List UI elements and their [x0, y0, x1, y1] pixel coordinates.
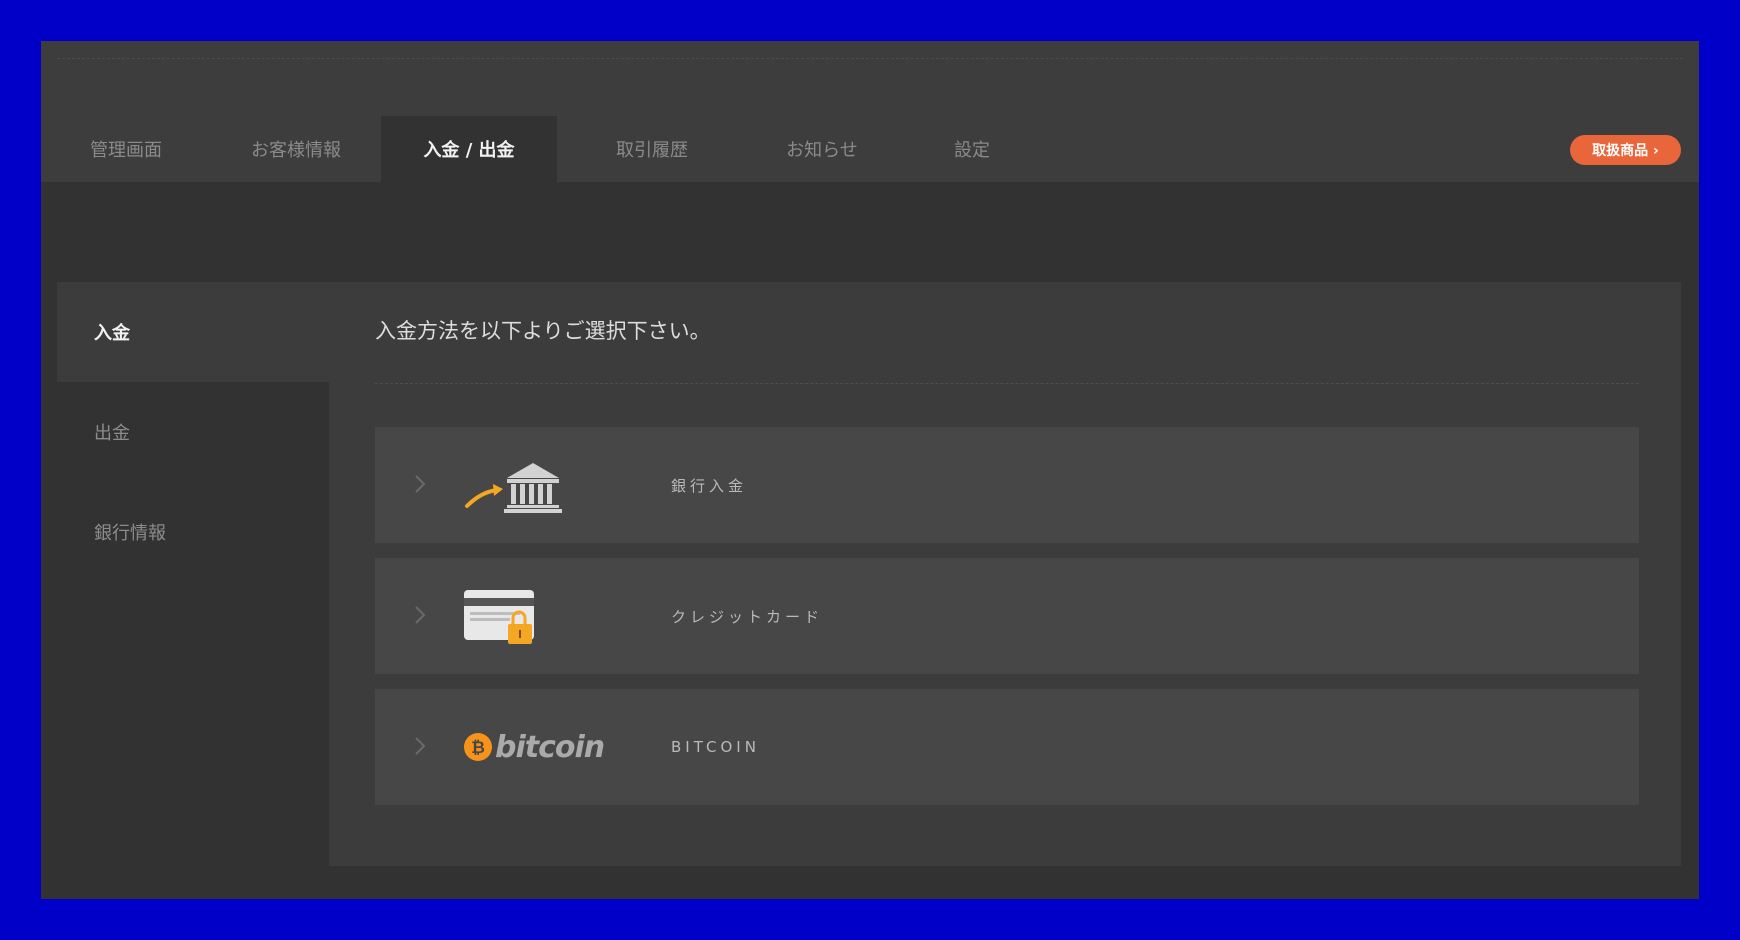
instruction-text: 入金方法を以下よりご選択下さい。: [375, 319, 711, 343]
sidebar-item-bank-info[interactable]: 銀行情報: [57, 482, 329, 582]
tab-notices[interactable]: お知らせ: [747, 116, 897, 182]
top-navigation-bar: 管理画面 お客様情報 入金 / 出金 取引履歴 お知らせ 設定 取扱商品 ›: [41, 41, 1699, 182]
app-window: 管理画面 お客様情報 入金 / 出金 取引履歴 お知らせ 設定 取扱商品 › 入…: [41, 41, 1699, 899]
tab-settings[interactable]: 設定: [897, 116, 1047, 182]
bitcoin-logo: ₿ bitcoin: [463, 729, 605, 765]
method-credit-card-label: クレジットカード: [671, 607, 824, 626]
products-button[interactable]: 取扱商品 ›: [1570, 135, 1681, 165]
content-divider: [375, 383, 1639, 384]
method-bitcoin-label: BITCOIN: [671, 738, 760, 756]
main-tabs: 管理画面 お客様情報 入金 / 出金 取引履歴 お知らせ 設定: [41, 116, 1047, 182]
tab-dashboard[interactable]: 管理画面: [41, 116, 211, 182]
tab-deposit-withdraw[interactable]: 入金 / 出金: [381, 116, 557, 182]
chevron-right-icon: [415, 606, 426, 624]
method-bitcoin[interactable]: ₿ bitcoin BITCOIN: [375, 689, 1639, 805]
credit-card-lock-icon: [464, 590, 534, 644]
bitcoin-logo-text: bitcoin: [495, 729, 605, 765]
tab-trade-history[interactable]: 取引履歴: [557, 116, 747, 182]
svg-text:₿: ₿: [471, 738, 485, 758]
chevron-right-icon: [415, 737, 426, 755]
sidebar: 出金 銀行情報: [57, 382, 329, 866]
main-content: 入金方法を以下よりご選択下さい。 銀行入金 クレジットカード ₿ bitcoin…: [329, 282, 1681, 866]
chevron-right-icon: [415, 475, 426, 493]
sidebar-item-deposit[interactable]: 入金: [57, 282, 329, 382]
bank-deposit-icon: [465, 463, 562, 513]
top-divider: [57, 58, 1683, 59]
bitcoin-coin-icon: ₿: [464, 733, 492, 761]
method-bank-deposit[interactable]: 銀行入金: [375, 427, 1639, 543]
tab-customer-info[interactable]: お客様情報: [211, 116, 381, 182]
deposit-panel: 入金 出金 銀行情報 入金方法を以下よりご選択下さい。 銀行入金 クレジットカー…: [57, 282, 1681, 866]
method-credit-card[interactable]: クレジットカード: [375, 558, 1639, 674]
method-bank-deposit-label: 銀行入金: [671, 476, 748, 495]
sidebar-item-withdraw[interactable]: 出金: [57, 382, 329, 482]
